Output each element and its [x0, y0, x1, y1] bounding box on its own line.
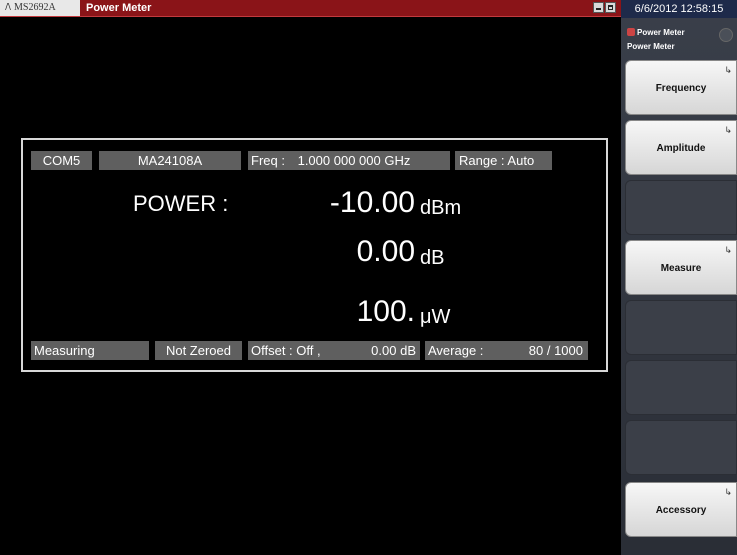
anritsu-logo-icon: /\ [5, 2, 11, 13]
port-field: COM5 [31, 151, 92, 170]
softkey-label: Amplitude [656, 143, 706, 154]
relative-db-value: 0.00 [356, 235, 415, 268]
average-label: Average : [428, 343, 484, 358]
softkey-amplitude[interactable]: ↳ Amplitude [625, 120, 737, 175]
softkey-label: Accessory [655, 505, 707, 516]
submenu-arrow-icon: ↳ [724, 245, 732, 255]
submenu-arrow-icon: ↳ [724, 125, 732, 135]
power-label: POWER : [133, 191, 229, 216]
softkey-label: Measure [660, 263, 702, 274]
softkey-empty-6[interactable] [625, 360, 737, 415]
submenu-arrow-icon: ↳ [724, 65, 732, 75]
app-title: Power Meter [86, 2, 152, 14]
softkey-label: Frequency [655, 83, 707, 94]
clock: 6/6/2012 12:58:15 [621, 0, 737, 18]
offset-label: Offset : Off , [251, 343, 321, 358]
minimize-icon[interactable] [593, 2, 604, 13]
power-meter-icon [627, 28, 635, 36]
frequency-value: 1.000 000 000 GHz [297, 153, 411, 168]
window-controls [593, 2, 616, 13]
model-name: MS2692A [14, 2, 56, 13]
instrument-logo: /\ MS2692A [0, 0, 80, 16]
softkey-empty-3[interactable] [625, 180, 737, 235]
zero-status: Not Zeroed [155, 341, 242, 360]
power-watt-value: 100. [356, 295, 415, 328]
softkey-measure[interactable]: ↳ Measure [625, 240, 737, 295]
range-field: Range : Auto [455, 151, 552, 170]
relative-db-unit: dB [420, 247, 445, 269]
softkey-panel: 6/6/2012 12:58:15 Power Meter Power Mete… [621, 0, 737, 555]
softkey-header-subtitle: Power Meter [627, 42, 675, 51]
offset-field: Offset : Off , 0.00 dB [248, 341, 420, 360]
softkey-accessory[interactable]: ↳ Accessory [625, 482, 737, 537]
sensor-model-field: MA24108A [99, 151, 241, 170]
submenu-arrow-icon: ↳ [724, 487, 732, 497]
softkey-empty-7[interactable] [625, 420, 737, 475]
maximize-icon[interactable] [605, 2, 616, 13]
average-field: Average : 80 / 1000 [425, 341, 588, 360]
softkey-frequency[interactable]: ↳ Frequency [625, 60, 737, 115]
power-dbm-value: -10.00 [329, 186, 415, 219]
average-value: 80 / 1000 [528, 343, 583, 358]
frequency-field: Freq : 1.000 000 000 GHz [248, 151, 450, 170]
offset-value: 0.00 dB [371, 343, 416, 358]
knob-icon [719, 28, 733, 42]
softkey-header-title: Power Meter [637, 28, 685, 37]
title-bar: /\ MS2692A Power Meter [0, 0, 621, 17]
frequency-label: Freq : [251, 153, 285, 168]
power-dbm-unit: dBm [420, 197, 462, 219]
softkey-header: Power Meter Power Meter [621, 22, 737, 56]
softkey-empty-5[interactable] [625, 300, 737, 355]
power-watt-unit: μW [420, 306, 451, 328]
measure-status: Measuring [31, 341, 149, 360]
